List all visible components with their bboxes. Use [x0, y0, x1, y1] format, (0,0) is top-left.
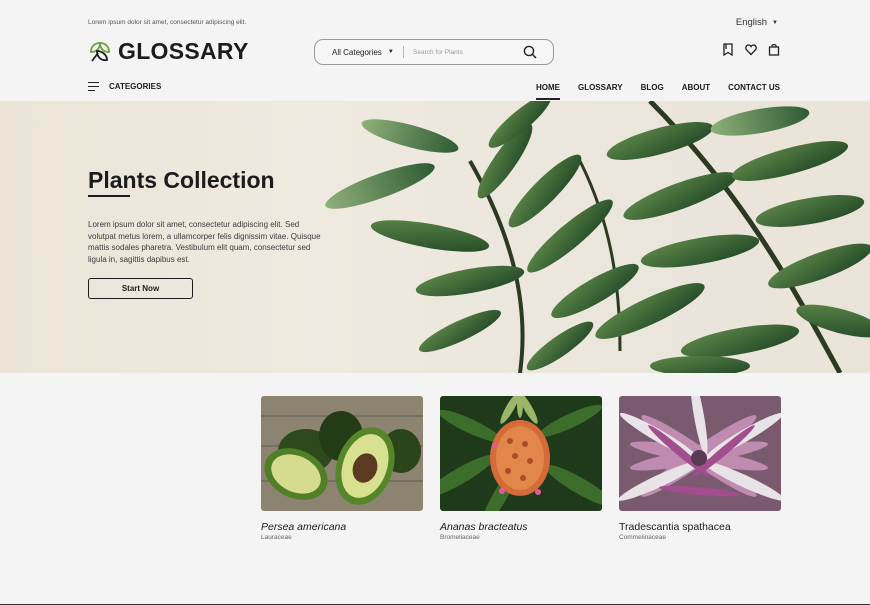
plant-card[interactable]: Persea americana Lauraceae [261, 396, 423, 541]
categories-menu-button[interactable]: CATEGORIES [88, 82, 161, 91]
main-nav: HOME GLOSSARY BLOG ABOUT CONTACT US [535, 83, 780, 100]
heart-icon[interactable] [745, 43, 757, 56]
nav-glossary[interactable]: GLOSSARY [578, 83, 623, 92]
plant-card[interactable]: Tradescantia spathacea Commelinaceae [619, 396, 781, 541]
top-tagline: Lorem ipsum dolor sit amet, consectetur … [88, 19, 247, 26]
language-label: English [735, 17, 768, 28]
card-title[interactable]: Ananas bracteatus [440, 521, 602, 533]
category-dropdown[interactable]: All Categories ▼ [315, 48, 403, 57]
card-title[interactable]: Tradescantia spathacea [619, 521, 781, 533]
brand-name: GLOSSARY [118, 38, 249, 64]
categories-label: CATEGORIES [109, 82, 162, 91]
hero-title: Plants Collection [88, 167, 275, 193]
shopping-bag-icon[interactable] [768, 43, 780, 56]
nav-contact-us[interactable]: CONTACT US [728, 83, 780, 92]
card-family: Bromeliaceae [440, 534, 480, 541]
menu-icon [88, 82, 99, 91]
category-dropdown-label: All Categories [332, 47, 382, 57]
caret-down-icon: ▼ [387, 49, 394, 55]
bookmark-icon[interactable] [722, 43, 734, 57]
card-family: Lauraceae [261, 534, 292, 541]
nav-home[interactable]: HOME [535, 83, 560, 100]
brand-logo[interactable]: GLOSSARY [88, 38, 249, 65]
header-icons [722, 43, 780, 57]
nav-blog[interactable]: BLOG [641, 83, 664, 92]
hero-description: Lorem ipsum dolor sit amet, consectetur … [88, 220, 321, 265]
avocado-image[interactable] [261, 396, 423, 511]
tradescantia-image[interactable] [619, 396, 781, 511]
search-icon[interactable] [523, 45, 537, 59]
leaf-logo-icon [90, 41, 110, 62]
language-selector[interactable]: English ▼ [736, 17, 778, 28]
search-bar[interactable]: All Categories ▼ [314, 39, 554, 65]
pineapple-image[interactable] [440, 396, 602, 511]
hero-banner: Plants Collection Lorem ipsum dolor sit … [0, 101, 870, 373]
start-now-button[interactable]: Start Now [88, 278, 193, 299]
nav-about[interactable]: ABOUT [682, 83, 710, 92]
card-title[interactable]: Persea americana [261, 521, 423, 533]
hero-title-underline [88, 195, 130, 197]
search-input[interactable] [404, 48, 509, 56]
plant-card[interactable]: Ananas bracteatus Bromeliaceae [440, 396, 602, 541]
card-family: Commelinaceae [619, 534, 666, 541]
plant-cards: Persea americana Lauraceae Ananas bracte… [261, 396, 781, 541]
plant-hero-image [325, 101, 870, 373]
caret-down-icon: ▼ [772, 19, 778, 26]
